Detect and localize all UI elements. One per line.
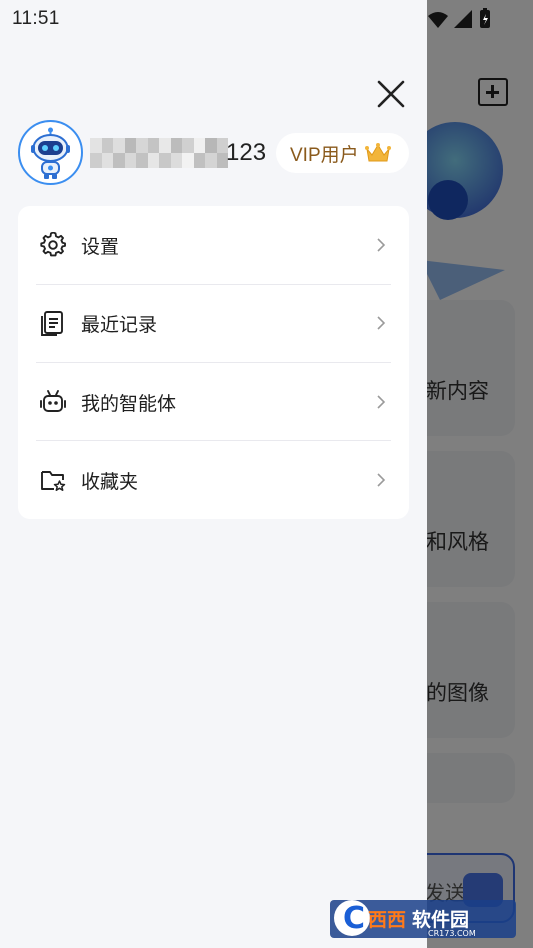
menu-item-my-agents[interactable]: 我的智能体 — [18, 363, 409, 441]
username: 123 — [90, 137, 266, 169]
robot-avatar-icon — [31, 127, 70, 179]
vip-badge[interactable]: VIP用户 — [276, 133, 409, 173]
menu-card: 设置 最近记录 我的智能体 收藏夹 — [18, 206, 409, 519]
status-time: 11:51 — [12, 8, 60, 29]
robot-icon — [40, 390, 66, 412]
menu-item-favorites[interactable]: 收藏夹 — [18, 441, 409, 519]
svg-text:西西: 西西 — [368, 909, 406, 931]
avatar[interactable] — [18, 120, 83, 185]
site-watermark-logo: C 西西 软件园 CR173.COM — [330, 900, 516, 938]
chevron-right-icon — [377, 238, 386, 252]
wifi-icon — [428, 12, 448, 28]
chevron-right-icon — [377, 395, 386, 409]
signal-icon — [454, 10, 472, 28]
svg-text:软件园: 软件园 — [412, 908, 469, 931]
menu-item-recent[interactable]: 最近记录 — [18, 284, 409, 362]
side-drawer: 11:51 123 VIP用户 设置 最近记录 我的智能体 收藏夹 — [0, 0, 427, 948]
chevron-right-icon — [377, 316, 386, 330]
menu-item-label: 最近记录 — [81, 314, 158, 336]
document-icon — [41, 311, 63, 336]
menu-item-settings[interactable]: 设置 — [18, 206, 409, 284]
username-mosaic — [90, 138, 228, 168]
menu-item-label: 收藏夹 — [81, 471, 139, 493]
crown-icon — [364, 143, 391, 162]
username-text: 123 — [226, 139, 267, 166]
menu-item-label: 我的智能体 — [81, 393, 177, 415]
folder-star-icon — [41, 471, 66, 491]
menu-item-label: 设置 — [81, 236, 120, 258]
status-icons — [428, 8, 490, 28]
vip-label: VIP用户 — [290, 144, 359, 166]
svg-text:CR173.COM: CR173.COM — [428, 929, 476, 938]
close-icon[interactable] — [374, 77, 408, 111]
gear-icon — [40, 232, 66, 257]
chevron-right-icon — [377, 473, 386, 487]
svg-text:C: C — [343, 901, 365, 936]
